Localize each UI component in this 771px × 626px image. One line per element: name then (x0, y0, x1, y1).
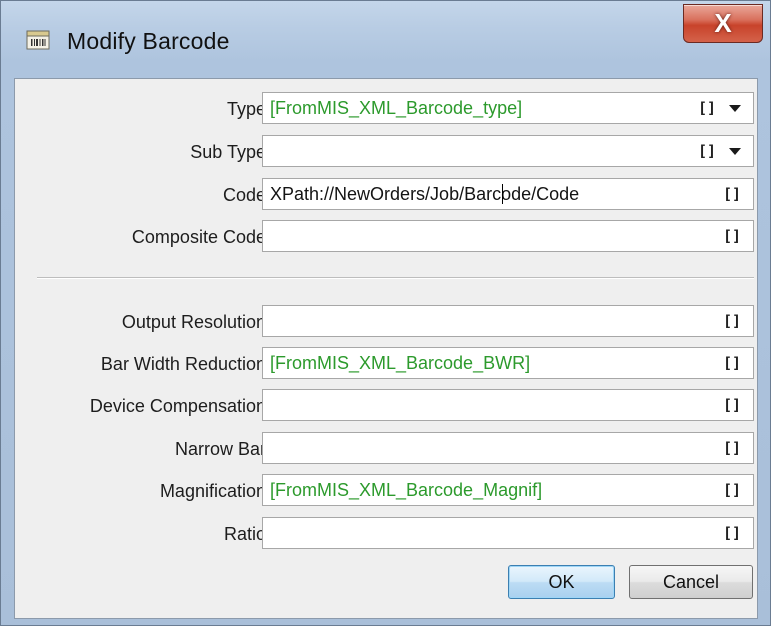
barcode-document-icon (26, 30, 50, 50)
variable-picker-icon[interactable]: [] (723, 221, 741, 251)
magnification-value: [FromMIS_XML_Barcode_Magnif] (270, 480, 543, 500)
code-value: XPath://NewOrders/Job/Barcode/Code (270, 184, 580, 204)
magnification-label: Magnification: (159, 481, 271, 501)
variable-picker-icon[interactable]: [] (723, 518, 741, 548)
subtype-label: Sub Type: (190, 142, 271, 162)
output-resolution-label: Output Resolution: (121, 312, 271, 332)
field-row-code: Code: XPath://NewOrders/Job/Barcode/Code… (15, 178, 759, 212)
ratio-input[interactable]: [] (262, 517, 754, 549)
type-combobox[interactable]: [FromMIS_XML_Barcode_type] [] (262, 92, 754, 124)
magnification-input[interactable]: [FromMIS_XML_Barcode_Magnif] [] (262, 474, 754, 506)
subtype-combobox[interactable]: [] (262, 135, 754, 167)
title-bar[interactable]: Modify Barcode X (1, 1, 770, 79)
text-cursor (502, 184, 503, 204)
field-row-device-compensation: Device Compensation: [] (15, 389, 759, 423)
modify-barcode-dialog: Modify Barcode X Type: [FromMIS_XML_Barc… (0, 0, 771, 626)
code-input[interactable]: XPath://NewOrders/Job/Barcode/Code [] (262, 178, 754, 210)
field-row-ratio: Ratio: [] (15, 517, 759, 551)
narrow-bar-label: Narrow Bar: (174, 439, 271, 459)
variable-picker-icon[interactable]: [] (723, 348, 741, 378)
field-row-composite-code: Composite Code: [] (15, 220, 759, 254)
field-row-subtype: Sub Type: [] (15, 135, 759, 169)
chevron-down-icon[interactable] (729, 105, 741, 112)
variable-picker-icon[interactable]: [] (698, 93, 716, 123)
variable-picker-icon[interactable]: [] (698, 136, 716, 166)
variable-picker-icon[interactable]: [] (723, 475, 741, 505)
output-resolution-input[interactable]: [] (262, 305, 754, 337)
variable-picker-icon[interactable]: [] (723, 433, 741, 463)
window-title: Modify Barcode (67, 28, 230, 54)
bar-width-reduction-value: [FromMIS_XML_Barcode_BWR] (270, 353, 531, 373)
variable-picker-icon[interactable]: [] (723, 390, 741, 420)
composite-code-label: Composite Code: (131, 227, 271, 247)
close-icon: X (714, 8, 732, 38)
variable-picker-icon[interactable]: [] (723, 306, 741, 336)
composite-code-input[interactable]: [] (262, 220, 754, 252)
dialog-content: Type: [FromMIS_XML_Barcode_type] [] Sub … (14, 78, 758, 619)
close-button[interactable]: X (683, 4, 763, 43)
field-row-magnification: Magnification: [FromMIS_XML_Barcode_Magn… (15, 474, 759, 508)
bar-width-reduction-input[interactable]: [FromMIS_XML_Barcode_BWR] [] (262, 347, 754, 379)
device-compensation-label: Device Compensation: (89, 396, 271, 416)
type-value: [FromMIS_XML_Barcode_type] (270, 98, 523, 118)
field-row-output-resolution: Output Resolution: [] (15, 305, 759, 339)
field-row-narrow-bar: Narrow Bar: [] (15, 432, 759, 466)
variable-picker-icon[interactable]: [] (723, 179, 741, 209)
field-row-type: Type: [FromMIS_XML_Barcode_type] [] (15, 92, 759, 126)
bar-width-reduction-label: Bar Width Reduction: (100, 354, 271, 374)
device-compensation-input[interactable]: [] (262, 389, 754, 421)
ok-button[interactable]: OK (508, 565, 615, 599)
chevron-down-icon[interactable] (729, 148, 741, 155)
cancel-button[interactable]: Cancel (629, 565, 753, 599)
section-divider (37, 277, 754, 279)
field-row-bar-width-reduction: Bar Width Reduction: [FromMIS_XML_Barcod… (15, 347, 759, 381)
narrow-bar-input[interactable]: [] (262, 432, 754, 464)
